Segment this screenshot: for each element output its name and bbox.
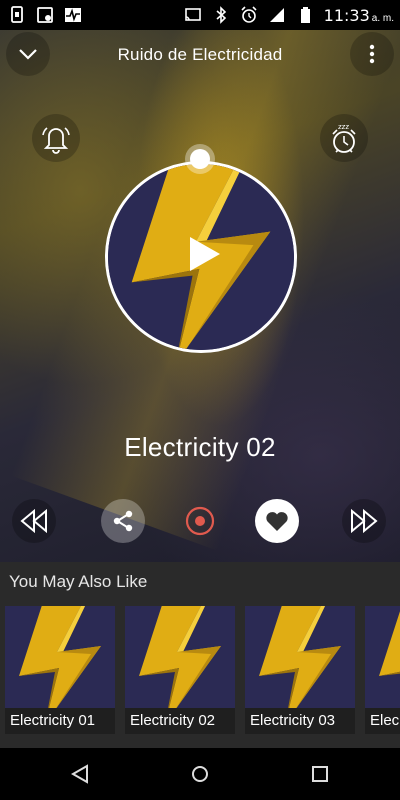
recents-square-icon[interactable] bbox=[308, 762, 332, 786]
status-time: 11:33 a. m. bbox=[323, 5, 394, 25]
favorite-button[interactable] bbox=[255, 499, 299, 543]
card-label: Electricity 01 bbox=[5, 708, 115, 734]
share-button[interactable] bbox=[101, 499, 145, 543]
recommendation-card[interactable]: Electricity 01 bbox=[5, 606, 115, 734]
card-label: Electricity 02 bbox=[125, 708, 235, 734]
collapse-button[interactable] bbox=[6, 32, 50, 76]
lightning-bolt-icon bbox=[125, 606, 235, 716]
card-label: Electricity 03 bbox=[245, 708, 355, 734]
recommendation-card[interactable]: Elec bbox=[365, 606, 400, 734]
player-panel: Ruido de Electricidad zzz Electricity 02 bbox=[0, 30, 400, 562]
home-circle-icon[interactable] bbox=[188, 762, 212, 786]
play-icon[interactable] bbox=[188, 236, 222, 272]
card-label: Elec bbox=[365, 708, 400, 734]
recommendations-list: Electricity 01 Electricity 02 Electricit… bbox=[5, 606, 400, 736]
track-name: Electricity 02 bbox=[124, 432, 276, 462]
battery-icon bbox=[300, 7, 310, 23]
cast-icon bbox=[184, 8, 201, 21]
more-options-button[interactable] bbox=[350, 32, 394, 76]
section-heading: You May Also Like bbox=[9, 572, 148, 591]
system-nav-bar bbox=[0, 748, 400, 800]
alarm-icon bbox=[241, 6, 257, 23]
sim-card-icon bbox=[11, 6, 23, 23]
bluetooth-icon bbox=[216, 6, 226, 24]
playback-controls bbox=[0, 496, 400, 546]
svg-text:zzz: zzz bbox=[338, 123, 349, 131]
heart-icon bbox=[266, 512, 288, 531]
fast-forward-button[interactable] bbox=[342, 499, 386, 543]
sleep-timer-icon: zzz bbox=[332, 123, 356, 153]
record-button[interactable] bbox=[178, 499, 222, 543]
lightning-bolt-icon bbox=[5, 606, 115, 716]
sleep-timer-button[interactable]: zzz bbox=[320, 114, 368, 162]
bell-icon bbox=[42, 127, 70, 154]
status-left bbox=[8, 6, 82, 24]
share-icon bbox=[113, 510, 133, 532]
fast-forward-icon bbox=[351, 509, 378, 533]
alarm-button[interactable] bbox=[32, 114, 80, 162]
activity-icon bbox=[65, 8, 81, 22]
more-vert-icon bbox=[369, 44, 375, 64]
recommendation-card[interactable]: Electricity 02 bbox=[125, 606, 235, 734]
recommendations-section: You May Also Like Electricity 01 Electri… bbox=[0, 562, 400, 748]
lightning-bolt-icon bbox=[245, 606, 355, 716]
page-title: Ruido de Electricidad bbox=[117, 45, 283, 64]
status-right: 11:33 a. m. bbox=[184, 6, 394, 25]
status-bar: 11:33 a. m. bbox=[0, 0, 400, 30]
back-triangle-icon[interactable] bbox=[68, 762, 92, 786]
record-icon bbox=[185, 506, 215, 536]
recommendation-card[interactable]: Electricity 03 bbox=[245, 606, 355, 734]
chevron-down-icon bbox=[19, 49, 37, 60]
photo-notification-icon bbox=[37, 7, 53, 23]
rewind-button[interactable] bbox=[12, 499, 56, 543]
rewind-icon bbox=[20, 509, 47, 533]
top-bar: Ruido de Electricidad bbox=[0, 30, 400, 80]
lightning-bolt-icon bbox=[365, 606, 400, 716]
signal-icon bbox=[269, 8, 284, 22]
progress-knob[interactable] bbox=[190, 149, 210, 169]
